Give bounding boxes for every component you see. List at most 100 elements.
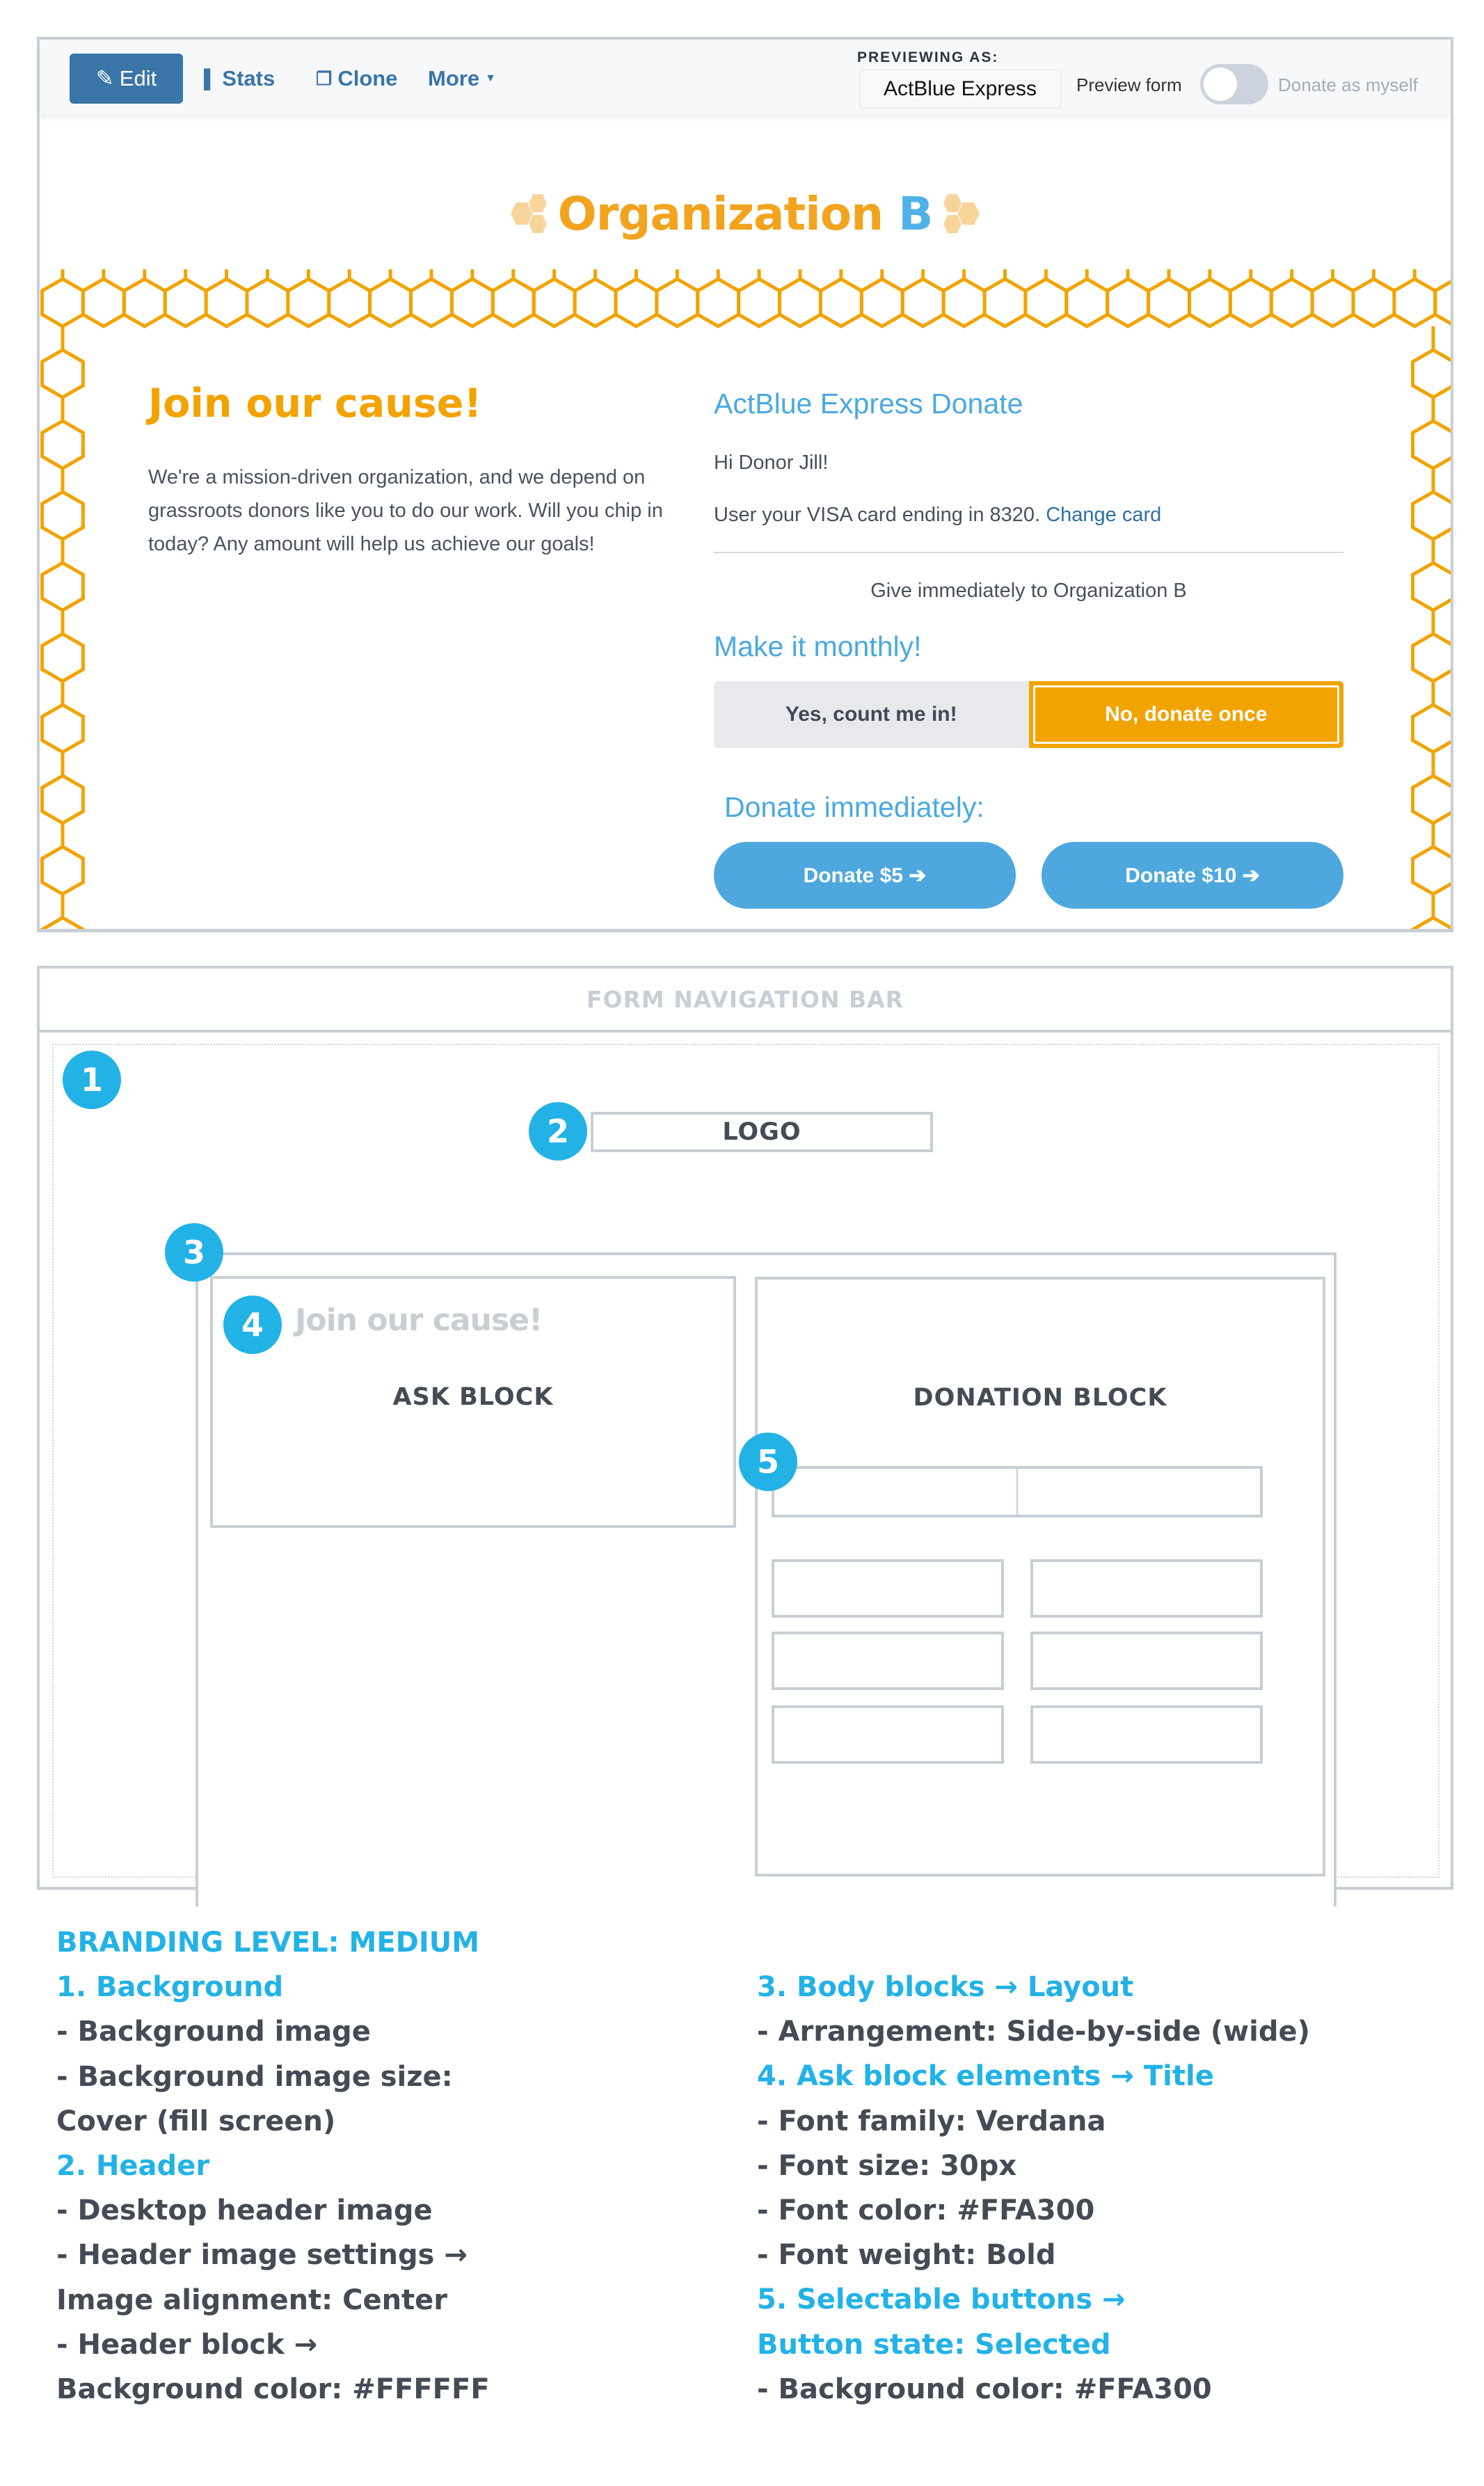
honeycomb-cell [40, 561, 85, 612]
donation-block: ActBlue Express Donate Hi Donor Jill! Us… [714, 388, 1346, 909]
donor-greeting: Hi Donor Jill! [714, 452, 829, 474]
note-line: - Background color: #FFA300 [757, 2373, 1212, 2405]
note-line: - Header image settings → [56, 2239, 468, 2272]
note-section-heading: 1. Background [56, 1971, 284, 2004]
more-dropdown[interactable]: More ▼ [428, 54, 496, 104]
ask-body: We're a mission-driven organization, and… [148, 466, 663, 555]
amount-buttons: Donate $5 ➔ Donate $10 ➔ [714, 842, 1343, 909]
honeycomb-cell [737, 277, 782, 328]
wireframe-amount-button [1030, 1632, 1263, 1690]
badge-3: 3 [165, 1223, 223, 1282]
note-line: - Font size: 30px [757, 2149, 1017, 2182]
note-line: - Background image size: [56, 2060, 453, 2093]
note-section-heading: 2. Header [56, 2150, 210, 2183]
honeycomb-cell [204, 277, 249, 328]
monthly-yes-button[interactable]: Yes, count me in! [714, 681, 1029, 748]
wireframe-amount-button [772, 1632, 1004, 1690]
bar-chart-icon: ▌ [204, 67, 217, 89]
branding-notes-right: 3. Body blocks → Layout - Arrangement: Si… [757, 1965, 1310, 2412]
logo-org-name: Organization [557, 186, 884, 241]
honeycomb-cell [1411, 774, 1451, 825]
honeycomb-cell [573, 277, 618, 328]
stats-button[interactable]: ▌ Stats [204, 54, 275, 104]
honeycomb-cell [1411, 632, 1451, 683]
ask-title: Join our cause! [148, 381, 482, 427]
badge-2: 2 [529, 1102, 587, 1161]
stats-label: Stats [222, 66, 276, 90]
honeycomb-cell [409, 277, 454, 328]
badge-1: 1 [63, 1051, 121, 1109]
honeycomb-cell [696, 277, 741, 328]
note-line: Image alignment: Center [56, 2284, 448, 2316]
honeycomb-cell [614, 277, 659, 328]
layout-wireframe: FORM NAVIGATION BAR 1 LOGO 2 3 Join our … [37, 966, 1453, 1906]
wireframe-amount-button [1030, 1559, 1263, 1618]
honeycomb-cell [40, 916, 85, 929]
honeycomb-icon [510, 194, 547, 233]
more-label: More [428, 66, 480, 90]
toggle-knob [1204, 67, 1237, 101]
honeycomb-cell [900, 277, 946, 328]
honeycomb-cell [859, 277, 904, 328]
form-preview-panel: ✎ Edit ▌ Stats ❐ Clone More ▼ PREVIEWING… [37, 37, 1453, 932]
honeycomb-cell [1310, 277, 1355, 328]
honeycomb-cell [286, 277, 331, 328]
honeycomb-cell [163, 277, 208, 328]
honeycomb-cell [1064, 277, 1110, 328]
honeycomb-cell [1187, 277, 1232, 328]
honeycomb-cell [1433, 280, 1451, 326]
preview-form-label: Preview form [1076, 74, 1182, 95]
note-section-heading: Button state: Selected [757, 2328, 1111, 2361]
note-line: Cover (fill screen) [56, 2105, 336, 2137]
donate-5-button[interactable]: Donate $5 ➔ [714, 842, 1016, 909]
honeycomb-cell [449, 277, 495, 328]
logo-label: LOGO [722, 1118, 801, 1146]
honeycomb-cell [1411, 561, 1451, 612]
note-line: - Background image [56, 2016, 371, 2048]
honeycomb-cell [1023, 277, 1069, 328]
honeycomb-cell [40, 490, 85, 541]
honeycomb-cell [368, 277, 413, 328]
change-card-link[interactable]: Change card [1046, 504, 1161, 526]
honeycomb-cell [81, 277, 126, 328]
honeycomb-cell [40, 419, 85, 470]
edit-button[interactable]: ✎ Edit [70, 54, 183, 104]
honeycomb-cell [1147, 277, 1191, 328]
honeycomb-cell [1411, 916, 1451, 929]
note-line: - Desktop header image [56, 2194, 433, 2227]
divider [714, 552, 1343, 553]
monthly-heading: Make it monthly! [714, 630, 922, 662]
honeycomb-cell [1351, 277, 1396, 328]
honeycomb-cell [245, 277, 290, 328]
wireframe-selectable-button [1016, 1466, 1263, 1517]
wireframe-donation-block: DONATION BLOCK [755, 1277, 1325, 1877]
honeycomb-cell [1411, 845, 1451, 896]
honeycomb-cell [40, 845, 85, 896]
copy-icon: ❐ [316, 67, 333, 89]
notes-left-list: 1. Background - Background image - Backgro… [56, 1965, 490, 2412]
logo-text: Organization B [557, 186, 934, 241]
note-section-heading: 5. Selectable buttons → [757, 2284, 1126, 2316]
monthly-no-button[interactable]: No, donate once [1028, 681, 1343, 748]
note-line: - Font weight: Bold [757, 2239, 1056, 2272]
notes-right-list: 3. Body blocks → Layout - Arrangement: Si… [757, 1965, 1310, 2412]
note-line: Background color: #FFFFFF [56, 2373, 490, 2406]
card-info: User your VISA card ending in 8320. Chan… [714, 504, 1346, 527]
wireframe-logo-box: LOGO [591, 1112, 933, 1152]
honeycomb-cell [1411, 419, 1451, 470]
honeycomb-cell [1411, 703, 1451, 754]
wireframe-navbar: FORM NAVIGATION BAR [40, 969, 1451, 1033]
wireframe-ask-block: Join our cause! ASK BLOCK [210, 1276, 736, 1528]
wireframe-amount-button [772, 1705, 1004, 1764]
preview-mode-toggle[interactable] [1200, 64, 1268, 104]
wireframe-selectable-button [772, 1466, 1018, 1517]
clone-button[interactable]: ❐ Clone [316, 54, 397, 104]
previewing-as-select[interactable]: ActBlue Express [859, 70, 1061, 109]
honeycomb-cell [818, 277, 863, 328]
honeycomb-cell [1269, 277, 1314, 328]
edit-label: Edit [119, 66, 157, 90]
note-line: - Font family: Verdana [757, 2105, 1106, 2137]
donate-10-button[interactable]: Donate $10 ➔ [1042, 842, 1343, 909]
donate-as-myself-label: Donate as myself [1278, 74, 1418, 95]
honeycomb-cell [40, 632, 85, 683]
